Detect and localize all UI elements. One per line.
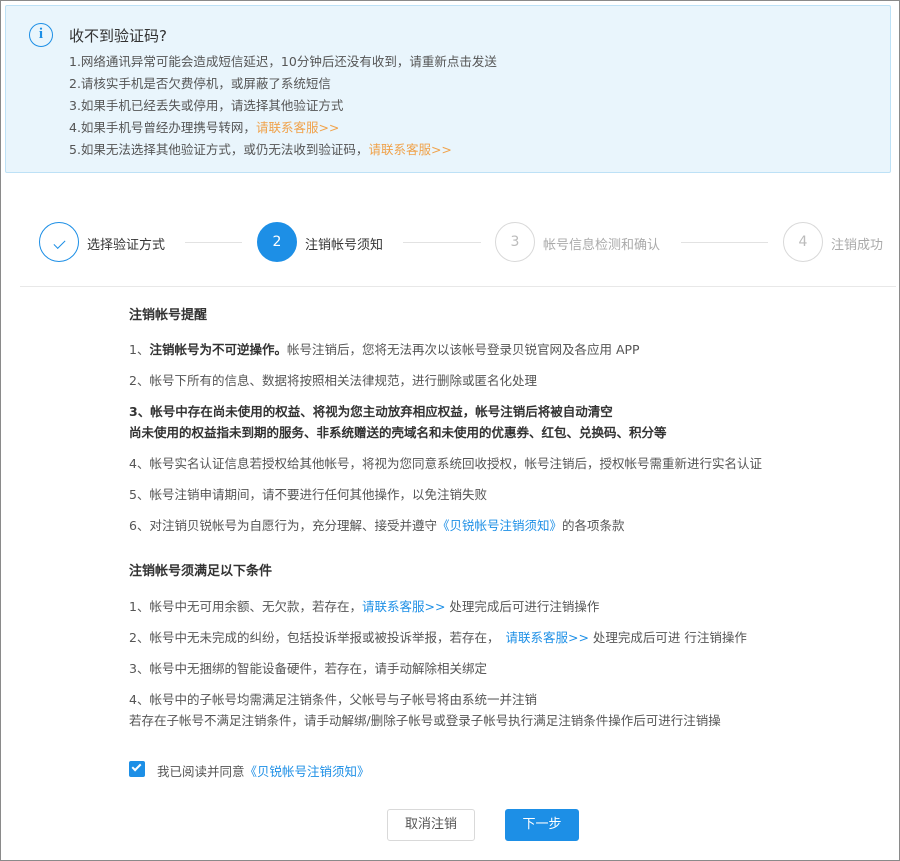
condition-item-4-line-2: 若存在子帐号不满足注销条件，请手动解绑/删除子帐号或登录子帐号执行满足注销条件操…	[129, 713, 721, 728]
item-text: 的各项条款	[561, 518, 625, 533]
condition-item-3: 3、帐号中无捆绑的智能设备硬件，若存在，请手动解除相关绑定	[129, 661, 487, 676]
reminder-item-2: 2、帐号下所有的信息、数据将按照相关法律规范，进行删除或匿名化处理	[129, 373, 537, 388]
item-text: 6、对注销贝锐帐号为自愿行为，充分理解、接受并遵守	[129, 518, 437, 533]
reminder-item-5: 5、帐号注销申请期间，请不要进行任何其他操作，以免注销失败	[129, 487, 487, 502]
notice-line-text: 5.如果无法选择其他验证方式，或仍无法收到验证码，	[69, 142, 369, 157]
terms-link[interactable]: 《贝锐帐号注销须知》	[437, 518, 562, 533]
contact-support-link[interactable]: 请联系客服>>	[505, 630, 588, 645]
step-3-circle: 3	[495, 222, 535, 262]
reminder-item-4: 4、帐号实名认证信息若授权给其他帐号，将视为您同意系统回收授权，帐号注销后，授权…	[129, 456, 762, 471]
step-connector	[403, 242, 481, 243]
info-circle-icon: i	[29, 23, 53, 47]
notice-line-1: 1.网络通讯异常可能会造成短信延迟，10分钟后还没有收到，请重新点击发送	[69, 51, 497, 73]
step-1-label: 选择验证方式	[87, 238, 166, 253]
item-prefix: 1、	[129, 342, 150, 357]
conditions-section-title: 注销帐号须满足以下条件	[129, 564, 273, 579]
step-connector	[681, 242, 768, 243]
agree-text: 我已阅读并同意	[157, 764, 245, 779]
contact-support-link[interactable]: 请联系客服>>	[256, 120, 339, 135]
notice-line-4: 4.如果手机号曾经办理携号转网，请联系客服>>	[69, 117, 497, 139]
item-text: 处理完成后可进 行注销操作	[588, 630, 747, 645]
step-4-circle: 4	[783, 222, 823, 262]
cancel-button[interactable]: 取消注销	[387, 809, 475, 841]
item-text: 1、帐号中无可用余额、无欠款，若存在，	[129, 599, 362, 614]
item-text: 2、帐号中无未完成的纠纷，包括投诉举报或被投诉举报，若存在，	[129, 630, 500, 645]
notice-line-3: 3.如果手机已经丢失或停用，请选择其他验证方式	[69, 95, 497, 117]
checkbox-checked-icon	[131, 761, 142, 772]
divider	[20, 286, 896, 287]
step-progress: 选择验证方式 2 注销帐号须知 3 帐号信息检测和确认 4 注销成功	[0, 222, 900, 264]
agree-terms-link[interactable]: 《贝锐帐号注销须知》	[245, 764, 370, 779]
notice-line-text: 3.如果手机已经丢失或停用，请选择其他验证方式	[69, 98, 344, 113]
reminder-item-3-line-2: 尚未使用的权益指未到期的服务、非系统赠送的壳域名和未使用的优惠券、红包、兑换码、…	[129, 425, 667, 440]
step-connector	[185, 242, 242, 243]
notice-line-text: 1.网络通讯异常可能会造成短信延迟，10分钟后还没有收到，请重新点击发送	[69, 54, 497, 69]
condition-item-4-line-1: 4、帐号中的子帐号均需满足注销条件，父帐号与子帐号将由系统一并注销	[129, 692, 537, 707]
reminder-item-6: 6、对注销贝锐帐号为自愿行为，充分理解、接受并遵守《贝锐帐号注销须知》的各项条款	[129, 515, 625, 534]
notice-line-5: 5.如果无法选择其他验证方式，或仍无法收到验证码，请联系客服>>	[69, 139, 497, 161]
item-emphasis: 注销帐号为不可逆操作。	[149, 342, 287, 357]
step-2-circle: 2	[257, 222, 297, 262]
condition-item-1: 1、帐号中无可用余额、无欠款，若存在，请联系客服>> 处理完成后可进行注销操作	[129, 596, 599, 615]
step-2-label: 注销帐号须知	[305, 238, 384, 253]
notice-list: 1.网络通讯异常可能会造成短信延迟，10分钟后还没有收到，请重新点击发送 2.请…	[69, 51, 497, 161]
agree-checkbox[interactable]	[129, 761, 145, 777]
notice-title: 收不到验证码?	[69, 27, 167, 45]
step-3-label: 帐号信息检测和确认	[543, 238, 661, 253]
reminder-item-3-line-1: 3、帐号中存在尚未使用的权益、将视为您主动放弃相应权益，帐号注销后将被自动清空	[129, 404, 613, 419]
notice-line-text: 2.请核实手机是否欠费停机，或屏蔽了系统短信	[69, 76, 331, 91]
step-4-label: 注销成功	[831, 238, 884, 253]
item-text: 帐号注销后，您将无法再次以该帐号登录贝锐官网及各应用 APP	[286, 342, 640, 357]
notice-line-text: 4.如果手机号曾经办理携号转网，	[69, 120, 256, 135]
verification-help-notice: i 收不到验证码? 1.网络通讯异常可能会造成短信延迟，10分钟后还没有收到，请…	[5, 5, 891, 173]
check-icon	[52, 236, 66, 250]
next-button[interactable]: 下一步	[505, 809, 579, 841]
agree-label: 我已阅读并同意《贝锐帐号注销须知》	[157, 761, 370, 780]
notice-line-2: 2.请核实手机是否欠费停机，或屏蔽了系统短信	[69, 73, 497, 95]
contact-support-link[interactable]: 请联系客服>>	[368, 142, 451, 157]
step-1-circle	[39, 222, 79, 262]
condition-item-2: 2、帐号中无未完成的纠纷，包括投诉举报或被投诉举报，若存在， 请联系客服>> 处理…	[129, 627, 747, 646]
reminder-item-1: 1、注销帐号为不可逆操作。帐号注销后，您将无法再次以该帐号登录贝锐官网及各应用 …	[129, 339, 640, 358]
item-text: 处理完成后可进行注销操作	[445, 599, 600, 614]
reminder-section-title: 注销帐号提醒	[129, 308, 208, 323]
contact-support-link[interactable]: 请联系客服>>	[362, 599, 445, 614]
